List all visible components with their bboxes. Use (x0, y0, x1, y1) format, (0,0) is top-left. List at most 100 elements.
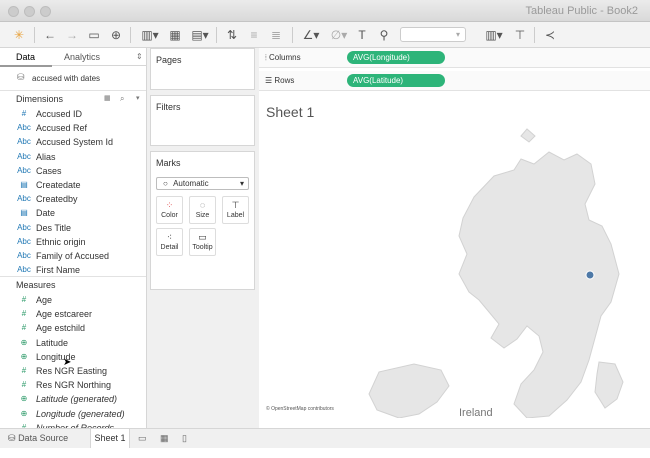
label-icon: ⊤ (231, 200, 240, 210)
measure-item[interactable]: ⊕ Latitude (generated) (0, 392, 146, 406)
tab-data[interactable]: Data (16, 52, 35, 62)
view-toggle-icon[interactable]: ▦ (104, 91, 111, 107)
tooltip-button[interactable]: ▭ Tooltip (189, 228, 216, 256)
pages-label: Pages (156, 55, 182, 65)
globe-icon: ⊕ (20, 351, 28, 361)
measure-item[interactable]: ⊕ Latitude (0, 336, 146, 350)
dimension-item[interactable]: ▤ Createdate (0, 178, 146, 192)
datasource-item[interactable]: ⛁ accused with dates (0, 68, 146, 86)
text-type-icon: Abc (17, 137, 31, 147)
map-view[interactable]: Ireland © OpenStreetMap contributors (259, 124, 650, 419)
measures-header: Measures (0, 276, 146, 292)
rows-pill[interactable]: AVG(Latitude) (347, 74, 445, 87)
back-icon[interactable]: ← (42, 26, 58, 44)
search-icon[interactable]: ⌕ (120, 91, 124, 107)
scotland-landmass (458, 151, 620, 419)
number-icon: # (21, 295, 27, 304)
field-label: Createdate (36, 180, 81, 190)
number-icon: # (21, 422, 27, 428)
number-icon: # (21, 380, 27, 390)
dimension-item[interactable]: Abc Createdby (0, 192, 146, 206)
columns-shelf-label: ⦙ Columns (265, 53, 301, 63)
measure-item[interactable]: # Res NGR Northing (0, 378, 146, 392)
marks-card: Marks ○ Automatic ▾ ⁘ Color ◌ Size ⊤ Lab… (150, 151, 255, 290)
dimension-item[interactable]: Abc Family of Accused (0, 249, 146, 263)
tab-analytics[interactable]: Analytics (64, 52, 100, 62)
rows-shelf[interactable]: ☰ Rows AVG(Latitude) (259, 71, 650, 91)
tab-menu-icon[interactable]: ⇕ (136, 52, 143, 61)
new-datasource-icon[interactable]: ⊕ (108, 26, 124, 44)
forward-icon[interactable]: → (64, 26, 80, 44)
new-dashboard-icon[interactable]: ▦ (160, 433, 169, 444)
measure-item[interactable]: # Age estchild (0, 321, 146, 335)
measure-item[interactable]: # Age (0, 293, 146, 307)
fit-dropdown[interactable]: ▾ (400, 27, 466, 42)
measure-item[interactable]: ⊕ Longitude (0, 350, 146, 364)
filters-card[interactable]: Filters (150, 95, 255, 146)
size-button[interactable]: ◌ Size (189, 196, 216, 224)
measure-item[interactable]: # Res NGR Easting (0, 364, 146, 378)
dimension-item[interactable]: Abc Accused System Id (0, 135, 146, 149)
save-icon[interactable]: ▭ (86, 26, 102, 44)
sort-desc-icon[interactable]: ≣ (268, 26, 284, 44)
datasource-tab[interactable]: ⛁ Data Source (8, 433, 68, 444)
tab-sheet-1[interactable]: Sheet 1 (90, 429, 130, 448)
color-button[interactable]: ⁘ Color (156, 196, 183, 224)
number-icon: # (21, 309, 27, 319)
calendar-icon: ▤ (20, 208, 28, 218)
tableau-logo-icon[interactable]: ✳ (10, 26, 28, 44)
field-label: Alias (36, 151, 56, 162)
label-button[interactable]: ⊤ Label (222, 196, 249, 224)
new-sheet-icon[interactable]: ▭ (138, 433, 147, 444)
tooltip-label: Tooltip (192, 244, 213, 251)
dimensions-header: Dimensions ▦ ⌕ ▾ (0, 90, 146, 107)
dimension-item[interactable]: Abc Des Title (0, 221, 146, 235)
group-icon[interactable]: ∅▾ (328, 26, 350, 44)
pin-icon[interactable]: ⚲ (376, 26, 392, 44)
measure-item[interactable]: # Number of Records (0, 421, 146, 428)
detail-button[interactable]: ⁖ Detail (156, 228, 183, 256)
measures-label: Measures (16, 280, 56, 290)
clear-icon[interactable]: ▤▾ (188, 26, 212, 44)
columns-label: Columns (269, 53, 301, 62)
highlight-icon[interactable]: ∠▾ (300, 26, 322, 44)
label-icon[interactable]: T (354, 26, 370, 44)
mark-type-dropdown[interactable]: ○ Automatic ▾ (156, 177, 249, 190)
text-type-icon: Abc (17, 194, 31, 204)
datasource-tab-icon: ⛁ (8, 433, 16, 443)
dimension-item[interactable]: Abc Accused Ref (0, 121, 146, 135)
map-attribution: © OpenStreetMap contributors (266, 406, 334, 412)
map-canvas: Ireland (368, 128, 624, 419)
new-story-icon[interactable]: ▯ (182, 433, 187, 444)
measure-item[interactable]: # Age estcareer (0, 307, 146, 321)
field-label: Accused Ref (36, 123, 88, 134)
sort-asc-icon[interactable]: ≡ (246, 26, 262, 44)
pages-card[interactable]: Pages (150, 48, 255, 90)
columns-pill[interactable]: AVG(Longitude) (347, 51, 445, 64)
globe-icon: ⊕ (20, 337, 28, 347)
dimensions-menu-icon[interactable]: ▾ (136, 91, 140, 107)
show-me-icon[interactable]: ▥▾ (482, 26, 506, 44)
northern-isles (520, 128, 536, 143)
text-type-icon: Abc (17, 123, 31, 133)
data-point[interactable] (585, 270, 595, 280)
dimension-item[interactable]: Abc Ethnic origin (0, 235, 146, 249)
globe-icon: ⊕ (20, 408, 28, 418)
text-type-icon: Abc (17, 236, 31, 246)
new-worksheet-icon[interactable]: ▥▾ (138, 26, 162, 44)
tooltip-icon: ▭ (198, 232, 207, 242)
globe-icon: ⊕ (20, 394, 28, 404)
share-icon[interactable]: ≺ (542, 26, 558, 44)
field-label: Date (36, 208, 56, 219)
dimension-item[interactable]: Abc Cases (0, 164, 146, 178)
data-tabs: Data Analytics ⇕ (0, 48, 146, 67)
measure-item[interactable]: ⊕ Longitude (generated) (0, 407, 146, 421)
swap-icon[interactable]: ⇅ (224, 26, 240, 44)
columns-shelf[interactable]: ⦙ Columns AVG(Longitude) (259, 48, 650, 68)
duplicate-icon[interactable]: ▦ (166, 26, 184, 44)
dimension-item[interactable]: ▤ Date (0, 206, 146, 220)
dimension-item[interactable]: Abc Alias (0, 150, 146, 164)
dimension-item[interactable]: # Accused ID (0, 107, 146, 121)
toolbar: ✳ ← → ▭ ⊕ ▥▾ ▦ ▤▾ ⇅ ≡ ≣ ∠▾ ∅▾ T ⚲ ▾ ▥▾ ⊤… (0, 22, 650, 48)
presentation-icon[interactable]: ⊤ (512, 26, 528, 44)
